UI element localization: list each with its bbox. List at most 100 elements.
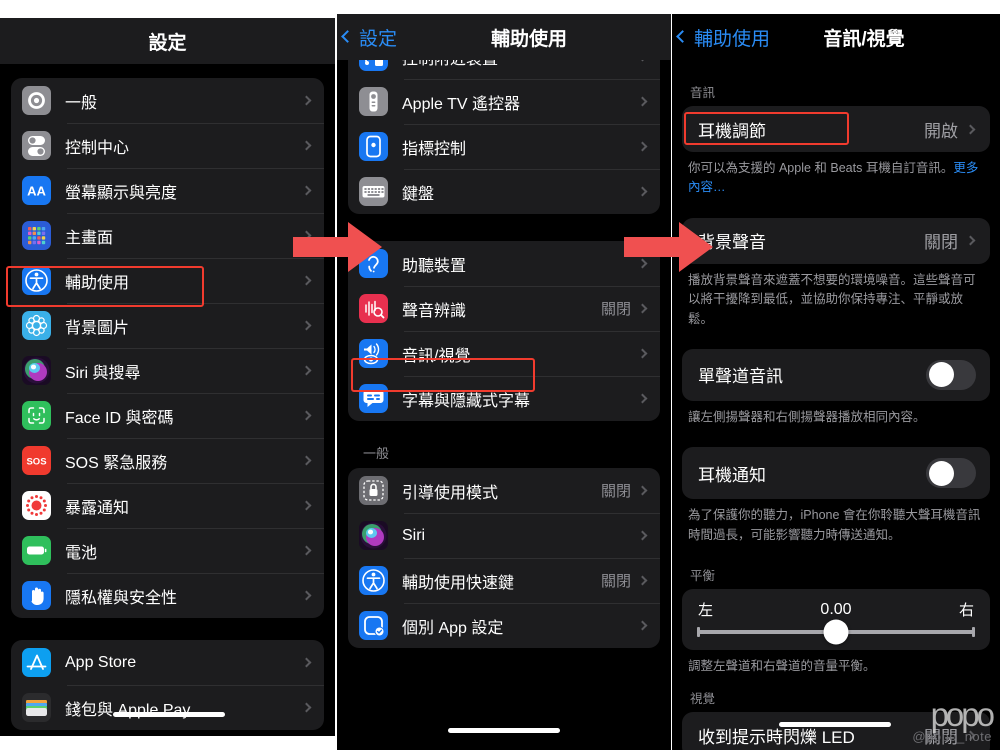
headphone-accommodations-card: 耳機調節 開啟 xyxy=(682,106,990,152)
chevron-right-icon xyxy=(301,185,312,196)
row-App Store[interactable]: App Store xyxy=(11,640,324,685)
led-flash-card: 收到提示時閃爍 LED 關閉 xyxy=(682,712,990,750)
row-控制中心[interactable]: 控制中心 xyxy=(11,123,324,168)
row-Siri[interactable]: Siri xyxy=(348,513,660,558)
subtitles-icon xyxy=(359,384,388,413)
row-助聽裝置[interactable]: 助聽裝置 xyxy=(348,241,660,286)
row-background-sounds[interactable]: 背景聲音 關閉 xyxy=(682,218,990,264)
row-value: 關閉 xyxy=(600,573,631,590)
mono-audio-toggle[interactable] xyxy=(926,359,976,390)
chevron-right-icon xyxy=(301,95,312,106)
row-暴露通知[interactable]: 暴露通知 xyxy=(11,483,324,528)
audio-visual-scroll-area[interactable]: 音訊 耳機調節 開啟 你可以為支援的 Apple 和 Beats 耳機自訂音訊。… xyxy=(672,60,1000,750)
row-主畫面[interactable]: 主畫面 xyxy=(11,213,324,258)
row-label: 輔助使用 xyxy=(65,274,130,292)
back-button-settings[interactable]: 設定 xyxy=(337,24,397,51)
chevron-right-icon xyxy=(637,303,648,314)
row-label: 隱私權與安全性 xyxy=(65,589,178,607)
pointer-control-icon xyxy=(359,132,388,161)
row-螢幕顯示與亮度[interactable]: AA 螢幕顯示與亮度 xyxy=(11,168,324,213)
row-label: Apple TV 遙控器 xyxy=(402,95,520,113)
audio-visual-icon xyxy=(359,339,388,368)
section-label-visual: 視覺 xyxy=(690,692,716,707)
chevron-right-icon xyxy=(965,124,976,134)
chevron-right-icon xyxy=(301,455,312,466)
headphone-notifications-toggle[interactable] xyxy=(926,458,976,489)
chevron-right-icon xyxy=(637,575,648,586)
exposure-notification-icon xyxy=(22,491,51,520)
row-輔助使用快速鍵[interactable]: 輔助使用快速鍵 關閉 xyxy=(348,558,660,603)
accessibility-scroll-area[interactable]: 控制附近裝置 Apple TV 遙控器指標控制鍵盤 助聽裝置聲音辨識關閉音訊/視覺… xyxy=(337,60,671,750)
row-指標控制[interactable]: 指標控制 xyxy=(348,124,660,169)
row-label: 單聲道音訊 xyxy=(698,367,783,387)
footnote-mono-audio: 讓左側揚聲器和右側揚聲器播放相同內容。 xyxy=(688,409,926,424)
balance-slider-handle[interactable] xyxy=(823,619,849,645)
row-輔助使用[interactable]: 輔助使用 xyxy=(11,258,324,303)
home-indicator-panel-1 xyxy=(113,712,225,717)
row-label: 指標控制 xyxy=(402,140,467,158)
nearby-devices-icon xyxy=(359,60,388,71)
row-個別 App 設定[interactable]: 個別 App 設定 xyxy=(348,603,660,648)
accessibility-group-1: 控制附近裝置 Apple TV 遙控器指標控制鍵盤 xyxy=(348,60,660,214)
chevron-right-icon xyxy=(301,140,312,151)
back-button-accessibility[interactable]: 輔助使用 xyxy=(672,24,770,51)
sound-recognition-icon xyxy=(359,294,388,323)
accessibility-panel: 設定 輔助使用 控制附近裝置 Apple TV 遙控器指標控制鍵盤 助聽裝置聲音辨… xyxy=(337,14,671,750)
chevron-right-icon xyxy=(301,275,312,286)
row-label: 背景聲音 xyxy=(698,233,766,253)
footnote-text: 你可以為支援的 Apple 和 Beats 耳機自訂音訊。 xyxy=(688,161,954,175)
section-label-audio: 音訊 xyxy=(690,86,716,100)
privacy-hand-icon xyxy=(22,581,51,610)
row-Siri 與搜尋[interactable]: Siri 與搜尋 xyxy=(11,348,324,393)
group-header-general: 一般 xyxy=(363,446,390,461)
row-label: Face ID 與密碼 xyxy=(65,409,174,427)
row-字幕與隱藏式字幕[interactable]: 字幕與隱藏式字幕 xyxy=(348,376,660,421)
row-Apple TV 遙控器[interactable]: Apple TV 遙控器 xyxy=(348,79,660,124)
chevron-right-icon xyxy=(301,410,312,421)
row-label: 引導使用模式 xyxy=(402,484,499,502)
chevron-right-icon xyxy=(637,530,648,541)
row-led-flash[interactable]: 收到提示時閃爍 LED 關閉 xyxy=(682,712,990,750)
settings-scroll-area[interactable]: 一般 控制中心 AA 螢幕顯示與亮度 主畫面輔助使用背景圖片 Siri 與搜尋 Face I… xyxy=(0,64,335,736)
row-Face ID 與密碼[interactable]: Face ID 與密碼 xyxy=(11,393,324,438)
row-聲音辨識[interactable]: 聲音辨識 關閉 xyxy=(348,286,660,331)
row-label: 耳機通知 xyxy=(698,465,766,485)
audio-visual-navbar: 輔助使用 音訊/視覺 xyxy=(672,14,1000,60)
row-錢包與 Apple Pay[interactable]: 錢包與 Apple Pay xyxy=(11,685,324,730)
row-SOS 緊急服務[interactable]: SOS SOS 緊急服務 xyxy=(11,438,324,483)
row-value: 開啟 xyxy=(924,121,958,141)
chevron-right-icon xyxy=(301,702,312,713)
row-隱私權與安全性[interactable]: 隱私權與安全性 xyxy=(11,573,324,618)
balance-slider[interactable] xyxy=(682,619,990,650)
toggle-knob xyxy=(928,460,954,486)
row-電池[interactable]: 電池 xyxy=(11,528,324,573)
balance-header: 左 0.00 右 xyxy=(682,589,990,622)
page-title: 輔助使用 xyxy=(490,28,567,50)
row-引導使用模式[interactable]: 引導使用模式 關閉 xyxy=(348,468,660,513)
row-鍵盤[interactable]: 鍵盤 xyxy=(348,169,660,214)
accessibility-group-2: 助聽裝置 聲音辨識 關閉 音訊/視覺 字幕與隱藏式字幕 xyxy=(348,241,660,421)
chevron-right-icon xyxy=(301,320,312,331)
arrow-step-1 xyxy=(293,222,382,272)
row-headphone-accommodations[interactable]: 耳機調節 開啟 xyxy=(682,106,990,152)
home-indicator-panel-3 xyxy=(779,722,891,727)
chevron-right-icon xyxy=(637,96,648,107)
row-音訊/視覺[interactable]: 音訊/視覺 xyxy=(348,331,660,376)
chevron-right-icon xyxy=(301,500,312,511)
row-label: 背景圖片 xyxy=(65,319,130,337)
row-value: 關閉 xyxy=(924,727,958,747)
audio-visual-panel: 輔助使用 音訊/視覺 音訊 耳機調節 開啟 你可以為支援的 Apple 和 Be… xyxy=(672,14,1000,750)
row-label: 輔助使用快速鍵 xyxy=(402,574,515,592)
guided-access-icon xyxy=(359,476,388,505)
settings-group-1: 一般 控制中心 AA 螢幕顯示與亮度 主畫面輔助使用背景圖片 Siri 與搜尋 Face I… xyxy=(11,78,324,618)
accessibility-group-3: 引導使用模式 關閉 Siri 輔助使用快速鍵 關閉 個別 App 設定 xyxy=(348,468,660,648)
row-背景圖片[interactable]: 背景圖片 xyxy=(11,303,324,348)
row-一般[interactable]: 一般 xyxy=(11,78,324,123)
chevron-left-icon xyxy=(676,30,689,43)
arrow-step-2 xyxy=(624,222,713,272)
footnote-headphone-accommodations: 你可以為支援的 Apple 和 Beats 耳機自訂音訊。更多內容… xyxy=(672,152,1000,198)
back-button-label: 設定 xyxy=(359,28,398,50)
chevron-right-icon xyxy=(301,657,312,668)
apple-tv-remote-icon xyxy=(359,87,388,116)
row-控制附近裝置[interactable]: 控制附近裝置 xyxy=(348,60,660,79)
